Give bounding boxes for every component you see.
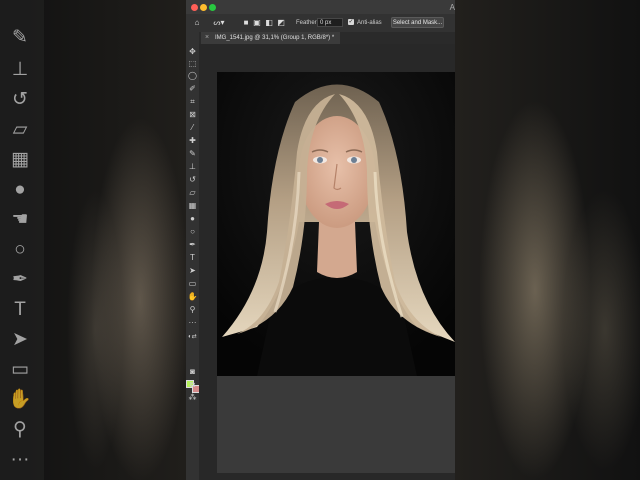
quick-select-tool-icon[interactable]: ✐ — [187, 83, 198, 94]
brush-tool-icon[interactable]: ✎ — [187, 148, 198, 159]
pasteboard — [217, 376, 455, 473]
eraser-icon: ▱ — [12, 119, 28, 140]
feather-input[interactable]: 0 px — [317, 18, 343, 27]
zoom-icon: ⚲ — [13, 419, 27, 440]
healing-brush-tool-icon[interactable]: ✚ — [187, 135, 198, 146]
lasso-preset-icon[interactable]: ᔕ▾ — [212, 18, 226, 28]
quick-mask-icon[interactable]: ◙ — [187, 366, 198, 377]
hand-icon: ✋ — [8, 389, 32, 410]
stamp-icon: ⊥ — [11, 59, 29, 80]
feather-label: Feather: — [296, 20, 319, 26]
lasso-tool-icon[interactable]: ◯ — [187, 70, 198, 81]
canvas-area[interactable] — [199, 44, 455, 480]
default-colors-icon[interactable]: ◐⇄ — [187, 332, 198, 343]
edit-toolbar-icon[interactable]: ⁂ — [187, 392, 198, 403]
path-select-icon: ➤ — [12, 329, 28, 350]
add-selection-icon[interactable]: ▣ — [252, 18, 262, 28]
blur-icon: ● — [14, 179, 26, 200]
gradient-icon: ▦ — [11, 149, 29, 170]
select-and-mask-button[interactable]: Select and Mask... — [391, 17, 444, 28]
blurred-background-right — [455, 0, 640, 480]
options-bar: ⌂ ᔕ▾ ■ ▣ ◧ ◩ Feather: 0 px ✓ Anti-alias … — [186, 14, 455, 33]
dodge-icon: ○ — [14, 239, 26, 260]
portrait-photo — [217, 72, 455, 376]
more-tools-icon[interactable]: ··· — [187, 317, 198, 328]
screen-mode-icon[interactable]: ⧉ — [187, 379, 198, 390]
gradient-tool-icon[interactable]: ▦ — [187, 200, 198, 211]
rectangle-icon: ▭ — [11, 359, 29, 380]
eyedropper-tool-icon[interactable]: ⁄ — [187, 122, 198, 133]
close-tab-icon[interactable]: × — [205, 32, 209, 44]
clone-stamp-tool-icon[interactable]: ⊥ — [187, 161, 198, 172]
photoshop-window: A ⌂ ᔕ▾ ■ ▣ ◧ ◩ Feather: 0 px ✓ Anti-alia… — [186, 0, 455, 480]
path-select-tool-icon[interactable]: ➤ — [187, 265, 198, 276]
marquee-tool-icon[interactable]: ⬚ — [187, 58, 198, 69]
new-selection-icon[interactable]: ■ — [241, 18, 251, 28]
document-tab-label: IMG_1541.jpg @ 31,1% (Group 1, RGB/8*) * — [215, 35, 335, 41]
brush-icon: ✎ — [12, 27, 28, 48]
pen-tool-icon[interactable]: ✒ — [187, 239, 198, 250]
type-tool-icon[interactable]: T — [187, 252, 198, 263]
right-iris — [351, 157, 357, 163]
anti-alias-label: Anti-alias — [357, 20, 382, 26]
history-brush-icon: ↺ — [12, 89, 28, 110]
blurred-toolbar: ✎ ⊥ ↺ ▱ ▦ ● ☚ ○ ✒ T ➤ ▭ ✋ ⚲ ··· — [0, 0, 44, 480]
zoom-window-button[interactable] — [209, 4, 216, 11]
smudge-icon: ☚ — [11, 209, 29, 230]
type-icon: T — [14, 299, 26, 320]
move-tool-icon[interactable]: ✥ — [187, 46, 198, 57]
hand-tool-icon[interactable]: ✋ — [187, 291, 198, 302]
neck — [317, 222, 357, 278]
blurred-background-left: ✎ ⊥ ↺ ▱ ▦ ● ☚ ○ ✒ T ➤ ▭ ✋ ⚲ ··· — [0, 0, 186, 480]
home-icon[interactable]: ⌂ — [192, 18, 202, 28]
frame-tool-icon[interactable]: ⊠ — [187, 109, 198, 120]
zoom-tool-icon[interactable]: ⚲ — [187, 304, 198, 315]
minimize-window-button[interactable] — [200, 4, 207, 11]
left-iris — [317, 157, 323, 163]
crop-tool-icon[interactable]: ⌗ — [187, 96, 198, 107]
history-brush-tool-icon[interactable]: ↺ — [187, 174, 198, 185]
document-tab[interactable]: × IMG_1541.jpg @ 31,1% (Group 1, RGB/8*)… — [201, 32, 341, 44]
subtract-selection-icon[interactable]: ◧ — [264, 18, 274, 28]
eraser-tool-icon[interactable]: ▱ — [187, 187, 198, 198]
close-window-button[interactable] — [191, 4, 198, 11]
intersect-selection-icon[interactable]: ◩ — [276, 18, 286, 28]
document-canvas-photo[interactable] — [217, 72, 455, 376]
title-bar: A — [186, 0, 455, 14]
tools-panel: ✥ ⬚ ◯ ✐ ⌗ ⊠ ⁄ ✚ ✎ ⊥ ↺ ▱ ▦ ● ○ ✒ T ➤ ▭ ✋ … — [186, 32, 200, 480]
pen-icon: ✒ — [12, 269, 28, 290]
blur-tool-icon[interactable]: ● — [187, 213, 198, 224]
anti-alias-checkbox[interactable]: ✓ — [348, 19, 354, 25]
dodge-tool-icon[interactable]: ○ — [187, 226, 198, 237]
more-icon: ··· — [10, 449, 30, 470]
window-title: A — [449, 3, 455, 12]
rectangle-tool-icon[interactable]: ▭ — [187, 278, 198, 289]
